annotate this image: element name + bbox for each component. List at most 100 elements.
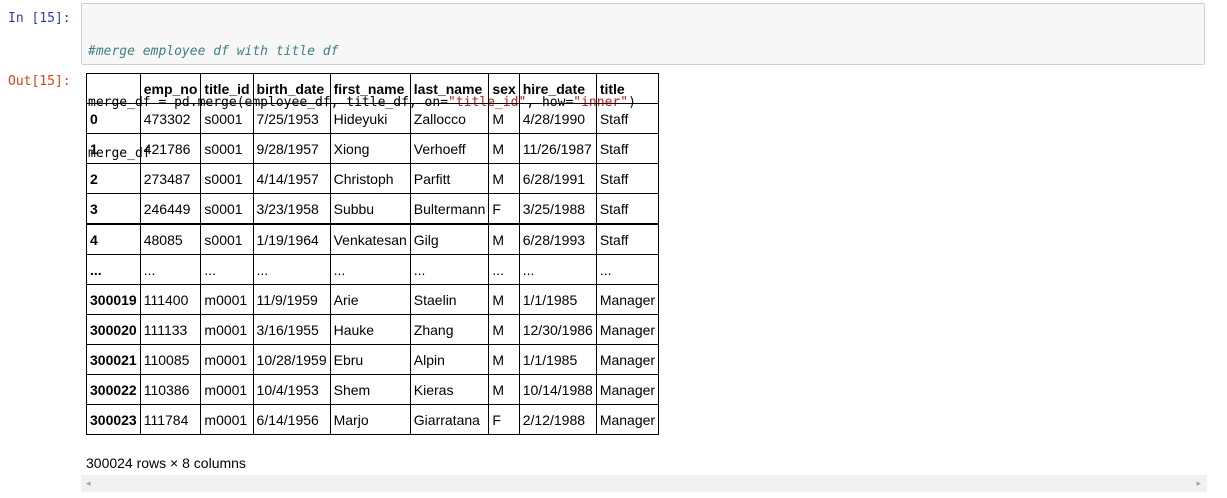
row-index: 0 bbox=[86, 103, 141, 134]
table-cell: M bbox=[488, 374, 520, 405]
table-cell: 110085 bbox=[139, 344, 202, 375]
row-index: 1 bbox=[86, 133, 141, 164]
table-cell: ... bbox=[595, 254, 660, 285]
dataframe-shape-info: 300024 rows × 8 columns bbox=[86, 455, 246, 471]
row-index: 300022 bbox=[86, 374, 141, 405]
table-cell: 10/14/1988 bbox=[518, 374, 597, 405]
column-header: first_name bbox=[329, 73, 411, 104]
table-cell: 111133 bbox=[139, 314, 202, 345]
table-cell: 111784 bbox=[139, 404, 202, 435]
table-cell: M bbox=[488, 103, 520, 134]
table-cell: Ebru bbox=[329, 344, 411, 375]
table-cell: Verhoeff bbox=[409, 133, 490, 164]
table-cell: Venkatesan bbox=[329, 223, 411, 255]
table-cell: 11/26/1987 bbox=[518, 133, 597, 164]
table-row: 0 473302 s0001 7/25/1953 Hideyuki Zallocco M 4/… bbox=[86, 103, 660, 134]
dataframe-table: emp_no title_id birth_date first_name last_n… bbox=[86, 73, 660, 435]
table-row: 2 273487 s0001 4/14/1957 Christoph Parfitt M 6/… bbox=[86, 163, 660, 194]
table-cell: Alpin bbox=[409, 344, 490, 375]
table-cell: Christoph bbox=[329, 163, 411, 194]
table-cell: Staelin bbox=[409, 284, 490, 315]
table-cell: 3/23/1958 bbox=[252, 193, 331, 225]
table-cell: s0001 bbox=[200, 193, 254, 225]
table-cell: Bultermann bbox=[409, 193, 490, 225]
table-cell: 10/4/1953 bbox=[252, 374, 331, 405]
table-cell: M bbox=[488, 163, 520, 194]
table-cell: Hauke bbox=[329, 314, 411, 345]
table-cell: Staff bbox=[595, 223, 660, 255]
table-cell: Giarratana bbox=[409, 404, 490, 435]
table-row: 300019 111400 m0001 11/9/1959 Arie Staelin M 1/… bbox=[86, 284, 660, 315]
table-cell: 6/28/1991 bbox=[518, 163, 597, 194]
table-cell: 11/9/1959 bbox=[252, 284, 331, 315]
input-prompt: In [15]: bbox=[8, 11, 71, 26]
table-cell: 3/16/1955 bbox=[252, 314, 331, 345]
column-header: last_name bbox=[409, 73, 490, 104]
table-cell: m0001 bbox=[200, 344, 254, 375]
table-cell: M bbox=[488, 133, 520, 164]
table-cell: ... bbox=[139, 254, 202, 285]
horizontal-scrollbar[interactable]: ◂ ▸ bbox=[81, 475, 1207, 492]
table-cell: m0001 bbox=[200, 404, 254, 435]
table-row: 300020 111133 m0001 3/16/1955 Hauke Zhang M 12/… bbox=[86, 314, 660, 345]
table-cell: Subbu bbox=[329, 193, 411, 225]
table-cell: 1/19/1964 bbox=[252, 223, 331, 255]
table-cell: M bbox=[488, 223, 520, 255]
column-header: hire_date bbox=[518, 73, 597, 104]
table-cell: M bbox=[488, 344, 520, 375]
table-cell: 6/14/1956 bbox=[252, 404, 331, 435]
table-row: 1 421786 s0001 9/28/1957 Xiong Verhoeff M 11/26… bbox=[86, 133, 660, 164]
table-cell: Staff bbox=[595, 163, 660, 194]
table-cell: 110386 bbox=[139, 374, 202, 405]
table-cell: Zallocco bbox=[409, 103, 490, 134]
table-cell: Manager bbox=[595, 284, 660, 315]
scroll-left-icon[interactable]: ◂ bbox=[86, 478, 91, 489]
table-cell: Staff bbox=[595, 133, 660, 164]
table-cell: 10/28/1959 bbox=[252, 344, 331, 375]
table-cell: Kieras bbox=[409, 374, 490, 405]
table-cell: F bbox=[488, 193, 520, 225]
table-cell: 7/25/1953 bbox=[252, 103, 331, 134]
table-cell: 273487 bbox=[139, 163, 202, 194]
row-index: 300020 bbox=[86, 314, 141, 345]
row-index: 300021 bbox=[86, 344, 141, 375]
table-cell: Gilg bbox=[409, 223, 490, 255]
table-cell: ... bbox=[409, 254, 490, 285]
table-row: ........................... bbox=[86, 254, 660, 285]
index-header bbox=[86, 73, 141, 104]
table-cell: 12/30/1986 bbox=[518, 314, 597, 345]
scroll-right-icon[interactable]: ▸ bbox=[1196, 478, 1201, 489]
row-index: ... bbox=[86, 254, 141, 285]
table-cell: Marjo bbox=[329, 404, 411, 435]
table-cell: s0001 bbox=[200, 103, 254, 134]
column-header: title bbox=[595, 73, 660, 104]
table-cell: Parfitt bbox=[409, 163, 490, 194]
table-cell: ... bbox=[252, 254, 331, 285]
table-cell: m0001 bbox=[200, 284, 254, 315]
table-cell: s0001 bbox=[200, 163, 254, 194]
table-cell: 111400 bbox=[139, 284, 202, 315]
table-cell: 48085 bbox=[139, 223, 202, 255]
table-cell: s0001 bbox=[200, 223, 254, 255]
table-row: 300021 110085 m0001 10/28/1959 Ebru Alpin M 1/1… bbox=[86, 344, 660, 375]
column-header: emp_no bbox=[139, 73, 202, 104]
table-cell: Staff bbox=[595, 193, 660, 225]
table-cell: 3/25/1988 bbox=[518, 193, 597, 225]
table-row: 3 246449 s0001 3/23/1958 Subbu Bultermann F 3/2… bbox=[86, 193, 660, 225]
table-cell: m0001 bbox=[200, 314, 254, 345]
table-cell: ... bbox=[200, 254, 254, 285]
table-cell: Shem bbox=[329, 374, 411, 405]
table-cell: Manager bbox=[595, 314, 660, 345]
table-cell: 473302 bbox=[139, 103, 202, 134]
table-cell: 9/28/1957 bbox=[252, 133, 331, 164]
column-header: sex bbox=[488, 73, 520, 104]
column-header: title_id bbox=[200, 73, 254, 104]
code-input-area[interactable]: #merge employee df with title df merge_d… bbox=[81, 3, 1205, 161]
row-index: 3 bbox=[86, 193, 141, 225]
table-row: 4 48085 s0001 1/19/1964 Venkatesan Gilg M 6/28/… bbox=[86, 223, 660, 255]
row-index: 2 bbox=[86, 163, 141, 194]
table-cell: ... bbox=[518, 254, 597, 285]
row-index: 300019 bbox=[86, 284, 141, 315]
table-cell: Zhang bbox=[409, 314, 490, 345]
table-cell: ... bbox=[329, 254, 411, 285]
